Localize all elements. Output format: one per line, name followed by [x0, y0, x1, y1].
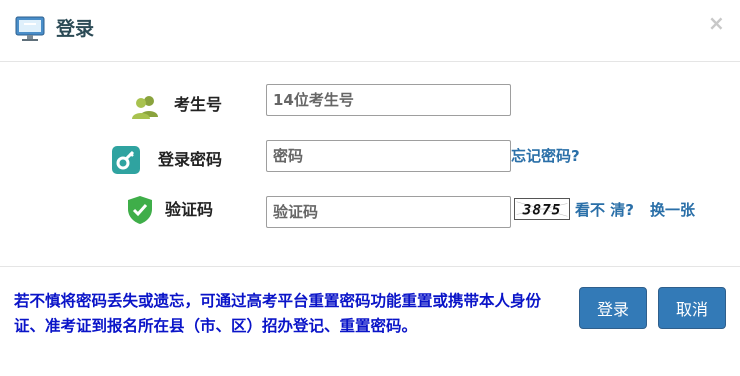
- dialog-header: 登录 ×: [0, 0, 740, 62]
- shield-check-icon: [128, 196, 152, 224]
- captcha-image-text: 3875: [522, 202, 562, 218]
- dialog-title: 登录: [56, 18, 95, 40]
- captcha-input[interactable]: [266, 196, 511, 228]
- forgot-password-link[interactable]: 忘记密码?: [511, 146, 580, 166]
- users-icon: [132, 96, 158, 119]
- captcha-label: 验证码: [165, 200, 214, 219]
- refresh-captcha-link[interactable]: 换一张: [650, 200, 695, 220]
- captcha-image[interactable]: 3875: [514, 198, 570, 220]
- cancel-button[interactable]: 取消: [658, 287, 726, 329]
- password-label: 登录密码: [158, 150, 223, 169]
- exam-number-label: 考生号: [174, 95, 223, 114]
- dialog-footer: 若不慎将密码丢失或遗忘，可通过高考平台重置密码功能重置或携带本人身份 证、准考证…: [0, 266, 740, 376]
- password-input[interactable]: [266, 140, 511, 172]
- key-icon: [112, 146, 140, 174]
- password-recovery-notice: 若不慎将密码丢失或遗忘，可通过高考平台重置密码功能重置或携带本人身份 证、准考证…: [14, 292, 542, 335]
- close-icon[interactable]: ×: [708, 11, 725, 35]
- computer-monitor-icon: [15, 16, 45, 41]
- exam-number-input[interactable]: [266, 84, 511, 116]
- unclear-text: 看不 清?: [575, 201, 634, 219]
- login-button[interactable]: 登录: [579, 287, 647, 329]
